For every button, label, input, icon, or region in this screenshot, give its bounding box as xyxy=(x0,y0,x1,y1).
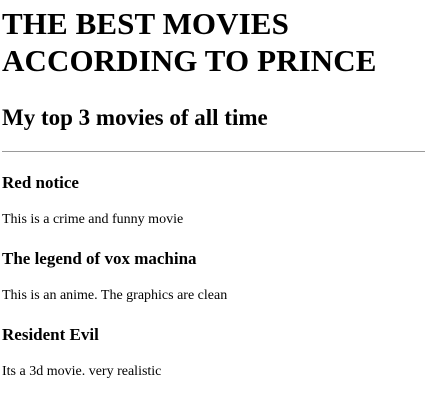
movie-description: Its a 3d movie. very realistic xyxy=(2,364,162,379)
movie-description: This is a crime and funny movie xyxy=(2,212,184,227)
movie-title: The legend of vox machina xyxy=(2,249,197,268)
divider xyxy=(2,151,425,152)
page-subtitle: My top 3 movies of all time xyxy=(2,105,268,130)
movie-item: Resident Evil Its a 3d movie. very reali… xyxy=(2,325,427,380)
page-content: THE BEST MOVIES ACCORDING TO PRINCE My t… xyxy=(0,5,431,380)
movie-item: Red notice This is a crime and funny mov… xyxy=(2,173,427,228)
page-title: THE BEST MOVIES ACCORDING TO PRINCE xyxy=(2,6,377,78)
movie-title: Resident Evil xyxy=(2,325,99,344)
movie-item: The legend of vox machina This is an ani… xyxy=(2,249,427,304)
movie-description: This is an anime. The graphics are clean xyxy=(2,288,228,303)
movie-title: Red notice xyxy=(2,173,79,192)
